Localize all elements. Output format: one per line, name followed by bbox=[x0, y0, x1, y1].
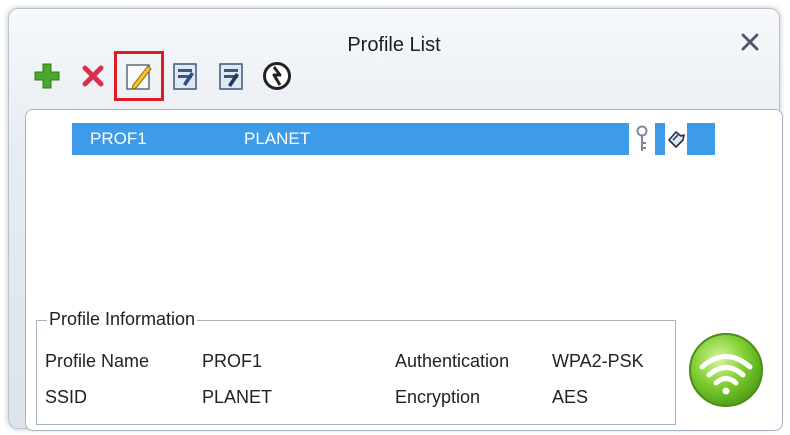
edit-icon bbox=[126, 64, 152, 90]
export-profile-button[interactable] bbox=[211, 56, 251, 96]
export-icon bbox=[219, 63, 243, 90]
delete-icon bbox=[82, 65, 104, 87]
connected-hand-icon bbox=[668, 131, 685, 148]
authentication-value: WPA2-PSK bbox=[552, 351, 644, 371]
key-icon bbox=[636, 125, 648, 151]
wifi-signal-icon bbox=[689, 333, 763, 407]
toolbar bbox=[27, 51, 303, 101]
authentication-label: Authentication bbox=[395, 351, 510, 371]
profile-row-icons bbox=[629, 123, 715, 155]
encryption-label: Encryption bbox=[395, 387, 481, 407]
scan-button[interactable] bbox=[257, 56, 297, 96]
profile-row[interactable]: PROF1 PLANET bbox=[72, 123, 629, 155]
connect-button[interactable] bbox=[686, 330, 766, 410]
ssid-value: PLANET bbox=[202, 387, 273, 407]
profile-list-window: Profile List PROF1 PLANET Profile Inform… bbox=[8, 8, 783, 431]
profile-name-value: PROF1 bbox=[202, 351, 263, 371]
connected-icon-cell bbox=[665, 123, 687, 155]
close-icon bbox=[741, 33, 759, 51]
profile-name-label: Profile Name bbox=[45, 351, 150, 371]
profile-ssid-cell: PLANET bbox=[244, 129, 311, 148]
import-icon bbox=[173, 63, 197, 90]
delete-profile-button[interactable] bbox=[73, 56, 113, 96]
profile-list-panel: PROF1 PLANET Profile Information Profile… bbox=[25, 109, 783, 431]
edit-profile-button[interactable] bbox=[114, 51, 164, 101]
scan-icon bbox=[263, 62, 291, 90]
profile-information-group: Profile Information Profile Name PROF1 A… bbox=[36, 309, 676, 425]
key-icon-cell bbox=[629, 123, 655, 155]
row-spacer bbox=[655, 123, 665, 155]
add-profile-button[interactable] bbox=[27, 56, 67, 96]
ssid-label: SSID bbox=[45, 387, 88, 407]
profile-information-legend: Profile Information bbox=[47, 309, 198, 330]
encryption-value: AES bbox=[552, 387, 589, 407]
profile-name-cell: PROF1 bbox=[90, 129, 147, 148]
close-button[interactable] bbox=[737, 29, 763, 55]
add-icon bbox=[34, 63, 60, 89]
row-tail bbox=[687, 123, 715, 155]
import-profile-button[interactable] bbox=[165, 56, 205, 96]
